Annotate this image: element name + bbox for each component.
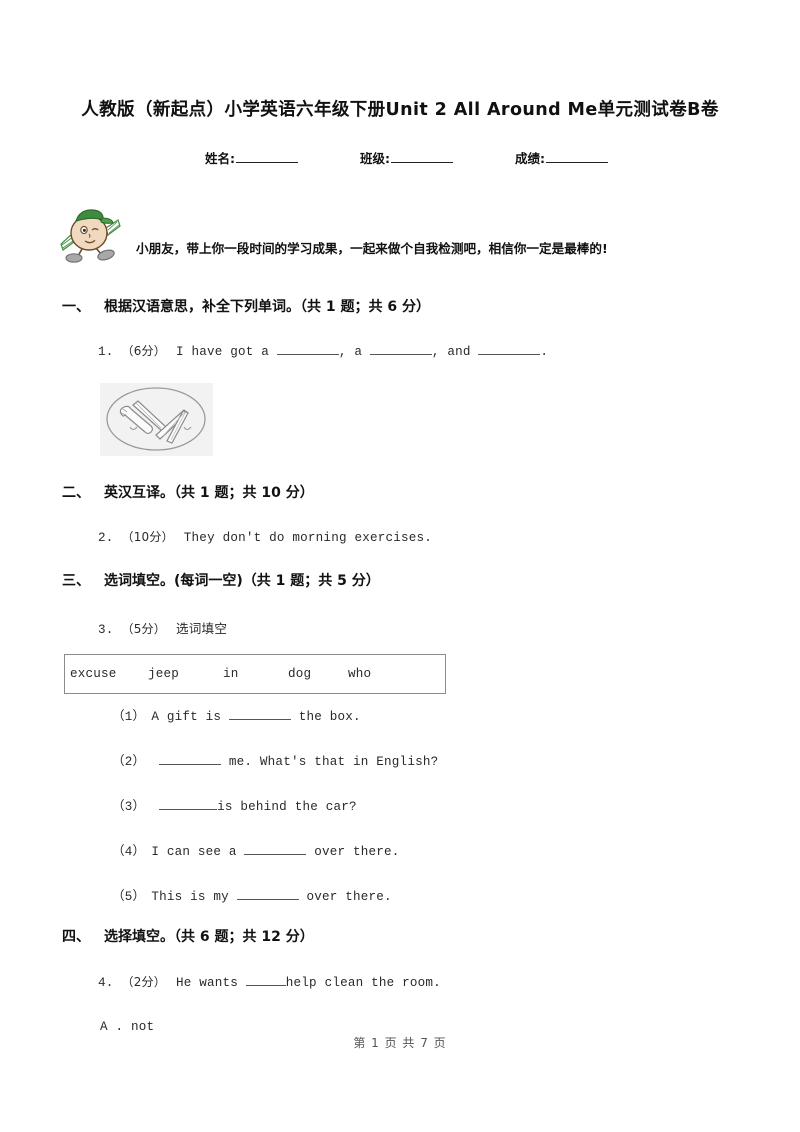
score-blank[interactable]: [546, 150, 608, 163]
page-title: 人教版（新起点）小学英语六年级下册Unit 2 All Around Me单元测…: [81, 100, 719, 120]
question-1-blank-2[interactable]: [369, 343, 432, 355]
question-4-number: 4.: [98, 976, 114, 990]
class-label: 班级:: [360, 151, 390, 166]
question-4-option-a[interactable]: A . not: [100, 1020, 154, 1034]
subquestion-1-blank[interactable]: [228, 708, 291, 720]
subquestion-1-index: （1）: [112, 710, 146, 724]
question-4-before: He wants: [175, 976, 239, 990]
subquestion-4-after: over there.: [314, 845, 400, 859]
word-bank-item-3: in: [223, 667, 239, 681]
question-1: 1. （6分） I have got a , a , and .: [98, 342, 548, 359]
cartoon-boy-with-green-cap-icon: [60, 209, 121, 263]
class-field[interactable]: 班级:: [360, 148, 453, 167]
subquestion-5-blank[interactable]: [236, 888, 299, 900]
name-label: 姓名:: [205, 151, 235, 166]
question-4-after: help clean the room.: [285, 976, 441, 990]
question-4-score: （2分）: [121, 975, 166, 989]
name-blank[interactable]: [236, 150, 298, 163]
word-bank: excuse jeep in dog who: [64, 654, 446, 694]
section-heading-2: 二、 英汉互译。（共 1 题；共 10 分）: [62, 482, 314, 502]
word-bank-item-1: excuse: [70, 667, 117, 681]
subquestion-3-index: （3）: [112, 800, 146, 814]
section-1-title: 根据汉语意思，补全下列单词。（共 1 题；共 6 分）: [104, 299, 430, 315]
word-bank-item-5: who: [348, 667, 372, 681]
name-field[interactable]: 姓名:: [205, 148, 298, 167]
question-2: 2. （10分） They don't do morning exercises.: [98, 528, 432, 545]
question-4: 4. （2分） He wants help clean the room.: [98, 973, 441, 990]
question-2-number: 2.: [98, 531, 114, 545]
subquestion-2-blank[interactable]: [159, 753, 222, 765]
question-1-text-d: .: [540, 345, 549, 359]
subquestion-1-after: the box.: [298, 710, 361, 724]
tools-line-drawing: [100, 383, 213, 456]
intro-text: 小朋友，带上你一段时间的学习成果，一起来做个自我检测吧，相信你一定是最棒的!: [136, 241, 608, 256]
subquestion-5-after: over there.: [306, 890, 392, 904]
section-1-number: 一、: [62, 299, 90, 315]
subquestion-4: （4） I can see a over there.: [112, 840, 400, 859]
subquestion-4-before: I can see a: [151, 845, 237, 859]
section-heading-3: 三、 选词填空。(每词一空)（共 1 题；共 5 分）: [62, 570, 380, 590]
section-3-number: 三、: [62, 573, 90, 589]
subquestion-5-index: （5）: [112, 890, 146, 904]
question-1-text-c: , and: [431, 345, 471, 359]
section-heading-4: 四、 选择填空。（共 6 题；共 12 分）: [62, 926, 314, 946]
section-2-number: 二、: [62, 485, 90, 501]
class-blank[interactable]: [391, 150, 453, 163]
subquestion-2-index: （2）: [112, 755, 146, 769]
subquestion-3-blank[interactable]: [159, 798, 218, 810]
question-1-text-b: , a: [338, 345, 363, 359]
question-4-blank[interactable]: [245, 974, 286, 986]
student-info-row: 姓名: 班级: 成绩:: [205, 148, 625, 167]
subquestion-4-blank[interactable]: [244, 843, 307, 855]
exam-page: 人教版（新起点）小学英语六年级下册Unit 2 All Around Me单元测…: [0, 0, 800, 1132]
score-label: 成绩:: [515, 151, 545, 166]
subquestion-2-after: me. What's that in English?: [228, 755, 439, 769]
question-1-blank-3[interactable]: [478, 343, 541, 355]
word-bank-item-2: jeep: [148, 667, 180, 681]
section-4-title: 选择填空。（共 6 题；共 12 分）: [104, 929, 314, 945]
subquestion-5-before: This is my: [151, 890, 229, 904]
word-bank-item-4: dog: [288, 667, 312, 681]
subquestion-2: （2） me. What's that in English?: [112, 750, 438, 769]
question-4-option-a-label: A . not: [100, 1020, 155, 1034]
question-1-number: 1.: [98, 345, 114, 359]
subquestion-1: （1） A gift is the box.: [112, 705, 361, 724]
section-4-number: 四、: [62, 929, 90, 945]
question-2-score: （10分）: [121, 530, 174, 544]
score-field[interactable]: 成绩:: [515, 148, 608, 167]
question-1-text-a: I have got a: [175, 345, 270, 359]
section-heading-1: 一、 根据汉语意思，补全下列单词。（共 1 题；共 6 分）: [62, 296, 430, 316]
page-footer: 第 1 页 共 7 页: [353, 1036, 447, 1050]
question-1-blank-1[interactable]: [276, 343, 339, 355]
question-3: 3. （5分） 选词填空: [98, 618, 227, 637]
question-2-text: They don't do morning exercises.: [183, 531, 433, 545]
subquestion-5: （5） This is my over there.: [112, 885, 392, 904]
subquestion-3-after: is behind the car?: [217, 800, 357, 814]
question-3-text: 选词填空: [175, 623, 228, 637]
question-3-number: 3.: [98, 623, 114, 637]
section-2-title: 英汉互译。（共 1 题；共 10 分）: [104, 485, 314, 501]
section-3-title: 选词填空。(每词一空)（共 1 题；共 5 分）: [104, 573, 380, 589]
subquestion-3: （3） is behind the car?: [112, 795, 357, 814]
intro-banner: 小朋友，带上你一段时间的学习成果，一起来做个自我检测吧，相信你一定是最棒的!: [58, 206, 752, 268]
question-1-score: （6分）: [121, 344, 166, 358]
subquestion-1-before: A gift is: [151, 710, 222, 724]
question-3-score: （5分）: [121, 622, 166, 636]
subquestion-4-index: （4）: [112, 845, 146, 859]
